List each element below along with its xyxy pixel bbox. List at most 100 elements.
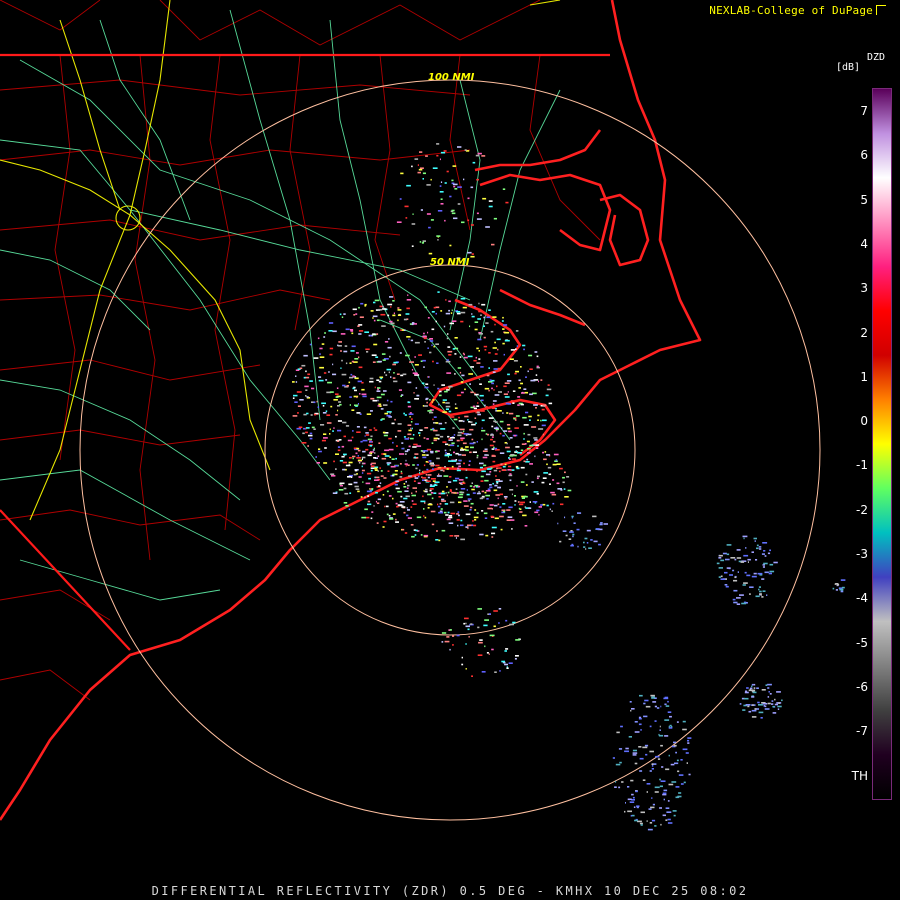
radar-return (360, 496, 363, 498)
radar-return (325, 410, 328, 412)
radar-return (370, 397, 375, 400)
radar-return (747, 705, 750, 708)
legend-tick: 7 (860, 104, 868, 118)
radar-return (387, 463, 390, 466)
radar-return (444, 503, 449, 505)
radar-return (319, 347, 323, 350)
radar-return (362, 481, 364, 483)
radar-return (376, 396, 382, 399)
radar-return (432, 399, 435, 401)
radar-return (429, 463, 434, 465)
radar-return (425, 155, 428, 157)
radar-return (351, 436, 354, 439)
radar-return (482, 456, 488, 459)
radar-return (487, 488, 491, 490)
radar-return (515, 370, 519, 373)
radar-return (399, 198, 402, 200)
radar-return (749, 586, 754, 588)
radar-return (409, 323, 412, 325)
radar-return (595, 528, 600, 530)
radar-return (427, 347, 429, 349)
radar-return (394, 470, 398, 472)
radar-return (306, 412, 309, 415)
radar-return (456, 469, 461, 472)
radar-return (381, 325, 386, 327)
radar-return (401, 447, 405, 450)
radar-return (429, 411, 434, 414)
radar-return (356, 447, 360, 450)
radar-return (489, 444, 494, 447)
radar-return (563, 488, 566, 490)
radar-return (316, 400, 318, 403)
radar-return (506, 412, 509, 414)
radar-return (512, 402, 515, 404)
radar-return (642, 779, 646, 781)
radar-return (758, 711, 764, 714)
radar-return (639, 757, 644, 760)
radar-return (426, 480, 431, 482)
radar-return (474, 519, 477, 521)
radar-return (485, 473, 491, 476)
radar-return (469, 485, 473, 487)
radar-return (440, 181, 443, 183)
radar-return (477, 338, 482, 341)
radar-return (646, 783, 651, 785)
radar-return (494, 353, 498, 355)
radar-return (342, 468, 346, 471)
radar-return (465, 622, 467, 625)
radar-return (470, 623, 473, 625)
radar-return (476, 456, 479, 459)
radar-return (488, 309, 491, 311)
radar-return (510, 400, 514, 402)
radar-return (545, 394, 549, 397)
radar-return (428, 460, 432, 462)
radar-return (395, 457, 397, 460)
radar-return (374, 479, 379, 481)
radar-return (341, 316, 344, 318)
radar-return (454, 188, 458, 190)
radar-return (562, 476, 565, 479)
radar-return (377, 387, 381, 389)
radar-return (427, 317, 430, 319)
radar-return (535, 407, 537, 409)
radar-return (455, 477, 460, 480)
radar-return (419, 429, 423, 431)
radar-return (771, 703, 774, 705)
radar-return (468, 373, 473, 375)
radar-return (390, 306, 392, 308)
radar-return (634, 762, 638, 765)
radar-return (424, 386, 429, 389)
radar-return (485, 494, 490, 497)
radar-return (413, 456, 416, 459)
radar-return (379, 405, 382, 407)
radar-return (378, 403, 382, 406)
radar-return (460, 524, 464, 527)
radar-return (660, 744, 663, 747)
radar-return (531, 426, 537, 428)
radar-return (435, 434, 440, 436)
radar-return (733, 579, 738, 582)
radar-return (740, 561, 745, 563)
radar-return (686, 762, 688, 764)
radar-return (423, 534, 429, 537)
radar-return (506, 509, 511, 511)
radar-return (468, 464, 471, 466)
radar-return (758, 546, 762, 548)
radar-return (368, 477, 371, 480)
radar-return (407, 401, 411, 404)
radar-return (638, 717, 642, 720)
radar-return (483, 624, 488, 627)
radar-return (476, 405, 480, 407)
radar-return (483, 464, 487, 467)
radar-return (406, 299, 412, 301)
radar-return (355, 488, 360, 490)
radar-return (361, 472, 364, 474)
radar-return (412, 213, 414, 215)
radar-return (507, 427, 511, 430)
radar-return (661, 766, 664, 768)
radar-return (435, 312, 437, 315)
radar-return (374, 467, 378, 470)
radar-return (328, 330, 333, 332)
radar-return (418, 475, 420, 478)
radar-return (406, 487, 409, 489)
